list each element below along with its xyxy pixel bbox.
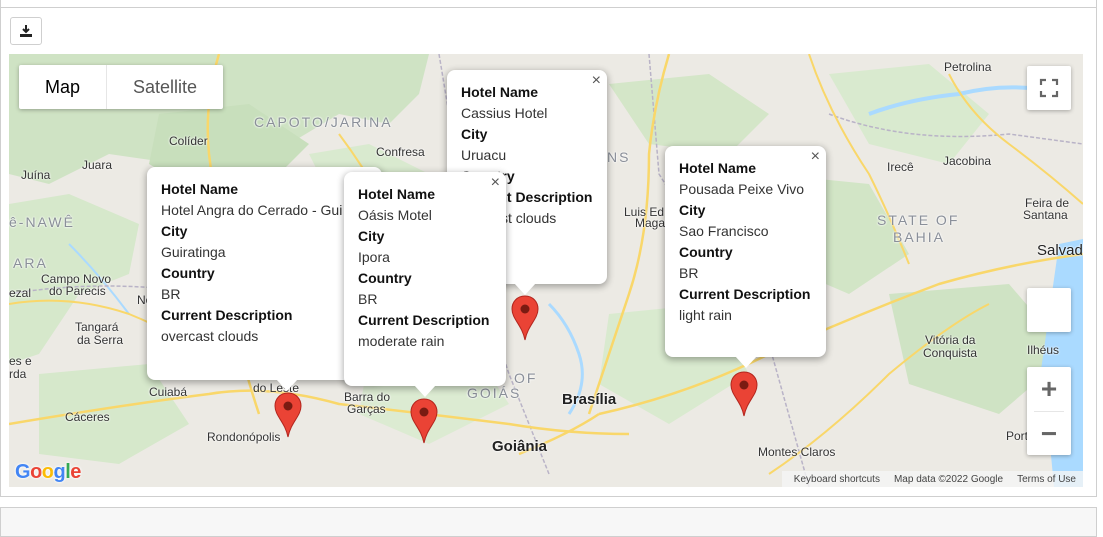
google-logo[interactable]: Google bbox=[15, 461, 81, 484]
google-logo-letter: g bbox=[53, 461, 66, 483]
city-value: Guiratinga bbox=[161, 244, 226, 260]
place-label: Garças bbox=[347, 402, 386, 416]
close-icon[interactable]: × bbox=[592, 72, 601, 90]
field-label: Country bbox=[358, 270, 412, 286]
place-label: Magal bbox=[635, 216, 668, 230]
field-label: Hotel Name bbox=[461, 84, 539, 100]
place-label: Jacobina bbox=[943, 154, 992, 168]
place-label: Colíder bbox=[169, 134, 208, 148]
place-label: ARA bbox=[13, 255, 48, 271]
zoom-control: + − bbox=[1027, 367, 1071, 455]
city-value: Sao Francisco bbox=[679, 223, 769, 239]
map-canvas[interactable]: Petrolina CAPOTO/JARINA Colíder Confresa… bbox=[9, 54, 1083, 487]
country-value: BR bbox=[358, 291, 378, 307]
info-window-tail bbox=[414, 385, 436, 397]
place-label: Montes Claros bbox=[758, 445, 836, 459]
cell-next[interactable] bbox=[0, 507, 1097, 537]
place-label: Cáceres bbox=[65, 410, 110, 424]
place-label: Ilhéus bbox=[1027, 343, 1060, 357]
map-marker-pin[interactable] bbox=[274, 392, 302, 438]
place-label: es e bbox=[9, 354, 32, 368]
download-icon bbox=[20, 25, 32, 37]
map-marker-pin[interactable] bbox=[410, 398, 438, 444]
field-label: City bbox=[161, 223, 188, 239]
map-type-satellite-button[interactable]: Satellite bbox=[107, 65, 223, 109]
hotel-name-value: Pousada Peixe Vivo bbox=[679, 181, 805, 197]
map-marker-pin[interactable] bbox=[730, 371, 758, 417]
place-label: Rondonópolis bbox=[207, 430, 281, 444]
place-label: Vitória da bbox=[925, 333, 976, 347]
hotel-name-value: Oásis Motel bbox=[358, 207, 432, 223]
street-view-button[interactable] bbox=[1027, 288, 1071, 332]
google-logo-letter: e bbox=[70, 461, 81, 483]
map-attribution: Keyboard shortcuts Map data ©2022 Google… bbox=[781, 471, 1083, 487]
terms-of-use-link[interactable]: Terms of Use bbox=[1017, 474, 1076, 485]
description-value: moderate rain bbox=[358, 333, 445, 349]
map-type-map-button[interactable]: Map bbox=[19, 65, 106, 109]
place-label: OF bbox=[514, 370, 538, 386]
place-label: rda bbox=[9, 367, 27, 381]
country-value: BR bbox=[679, 265, 699, 281]
place-label: GOIÁS bbox=[467, 385, 522, 401]
hotel-name-value: Hotel Angra do Cerrado - Gui bbox=[161, 202, 343, 218]
field-label: City bbox=[358, 228, 385, 244]
place-label: Juína bbox=[21, 168, 51, 182]
description-value: overcast clouds bbox=[161, 328, 259, 344]
close-icon[interactable]: × bbox=[491, 174, 500, 192]
description-value: light rain bbox=[679, 307, 732, 323]
info-window: × Hotel Name Pousada Peixe Vivo City Sao… bbox=[665, 146, 826, 368]
map-marker-pin[interactable] bbox=[511, 295, 539, 341]
place-label: Brasília bbox=[562, 391, 617, 408]
place-label: Santana bbox=[1023, 208, 1068, 222]
map-type-control: Map Satellite bbox=[19, 65, 224, 109]
place-label: Goiânia bbox=[492, 438, 548, 455]
place-label: ê-NAWÊ bbox=[9, 214, 75, 230]
field-label: Current Description bbox=[679, 286, 811, 302]
place-label: CAPOTO/JARINA bbox=[254, 114, 393, 130]
place-label: NS bbox=[607, 149, 631, 165]
field-label: Current Description bbox=[358, 312, 490, 328]
field-label: Hotel Name bbox=[358, 186, 436, 202]
info-window: × Hotel Name Oásis Motel City Ipora Coun… bbox=[344, 172, 506, 397]
field-label: City bbox=[461, 126, 488, 142]
map-data-text: Map data ©2022 Google bbox=[893, 473, 1004, 485]
place-label: BAHIA bbox=[893, 229, 946, 245]
google-logo-letter: o bbox=[41, 461, 54, 483]
zoom-in-button[interactable]: + bbox=[1027, 367, 1071, 411]
field-label: Hotel Name bbox=[679, 160, 757, 176]
field-label: Country bbox=[679, 244, 733, 260]
keyboard-shortcuts-link[interactable]: Keyboard shortcuts bbox=[794, 474, 880, 485]
field-label: Current Description bbox=[161, 307, 293, 323]
place-label: Salvad bbox=[1037, 242, 1083, 259]
cell-output-top bbox=[0, 0, 1097, 8]
place-label: Conquista bbox=[923, 346, 978, 360]
city-value: Uruacu bbox=[461, 147, 507, 163]
place-label: Petrolina bbox=[944, 60, 992, 74]
city-value: Ipora bbox=[358, 249, 390, 265]
download-button[interactable] bbox=[10, 17, 42, 45]
google-logo-letter: G bbox=[15, 461, 31, 483]
place-label: STATE OF bbox=[877, 212, 960, 228]
place-label: Confresa bbox=[376, 145, 425, 159]
field-label: Country bbox=[161, 265, 215, 281]
fullscreen-icon bbox=[1039, 78, 1059, 98]
info-window-tail bbox=[276, 379, 298, 391]
place-label: ezal bbox=[9, 286, 32, 300]
field-label: Hotel Name bbox=[161, 181, 239, 197]
place-label: da Serra bbox=[77, 333, 124, 347]
place-label: Juara bbox=[82, 158, 113, 172]
google-logo-letter: o bbox=[30, 461, 42, 483]
place-label: Irecê bbox=[887, 160, 914, 174]
close-icon[interactable]: × bbox=[811, 148, 820, 166]
place-label: do Parecis bbox=[49, 284, 106, 298]
place-label: Cuiabá bbox=[149, 385, 188, 399]
info-window-tail bbox=[514, 283, 536, 295]
info-window-tail bbox=[735, 356, 757, 368]
place-label: Tangará bbox=[75, 320, 119, 334]
country-value: BR bbox=[161, 286, 181, 302]
zoom-out-button[interactable]: − bbox=[1027, 412, 1071, 455]
hotel-name-value: Cassius Hotel bbox=[461, 105, 548, 121]
field-label: City bbox=[679, 202, 706, 218]
fullscreen-button[interactable] bbox=[1027, 66, 1071, 110]
